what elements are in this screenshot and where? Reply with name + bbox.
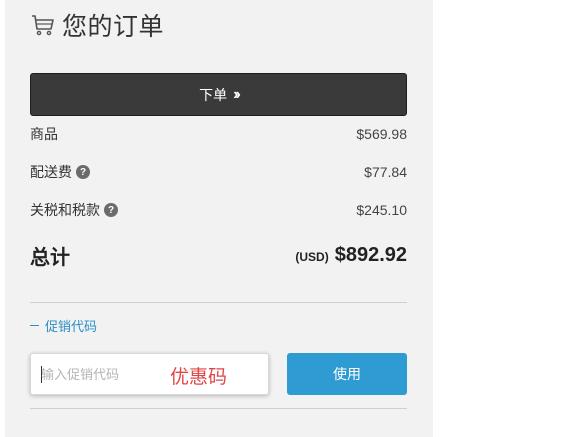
annotation-text: 优惠码 [170, 367, 228, 388]
place-order-button[interactable]: 下单 ›› [30, 73, 407, 116]
promo-code-input[interactable] [41, 354, 161, 394]
summary-label: 配送费 [30, 164, 72, 180]
total-amount: $892.92 [334, 243, 407, 266]
minus-icon [30, 325, 39, 326]
double-chevron-right-icon: ›› [233, 85, 240, 103]
summary-value: $569.98 [356, 126, 407, 142]
summary-label: 关税和税款 [30, 202, 100, 218]
cart-icon [32, 15, 54, 36]
summary-label: 商品 [30, 126, 58, 142]
summary-row-shipping: 配送费 ? $77.84 [30, 162, 407, 182]
summary-row-items: 商品 $569.98 [30, 124, 407, 144]
promo-code-toggle[interactable]: 促销代码 [30, 316, 97, 335]
page-title: 您的订单 [62, 13, 165, 41]
help-icon[interactable]: ? [76, 165, 90, 179]
total-label: 总计 [30, 246, 70, 269]
divider [30, 302, 407, 303]
summary-value: $245.10 [356, 202, 407, 218]
place-order-label: 下单 [199, 86, 228, 103]
summary-value: $77.84 [364, 164, 407, 180]
promo-code-field[interactable]: 优惠码 [30, 353, 269, 395]
divider [30, 408, 407, 409]
help-icon[interactable]: ? [104, 203, 118, 217]
apply-promo-button[interactable]: 使用 [287, 353, 407, 395]
text-cursor [41, 366, 42, 383]
order-header: 您的订单 [30, 8, 164, 42]
total-row: 总计 (USD) $892.92 [30, 240, 407, 270]
summary-row-duties: 关税和税款 ? $245.10 [30, 200, 407, 220]
promo-toggle-label: 促销代码 [45, 319, 98, 334]
currency-code: (USD) [295, 249, 329, 264]
